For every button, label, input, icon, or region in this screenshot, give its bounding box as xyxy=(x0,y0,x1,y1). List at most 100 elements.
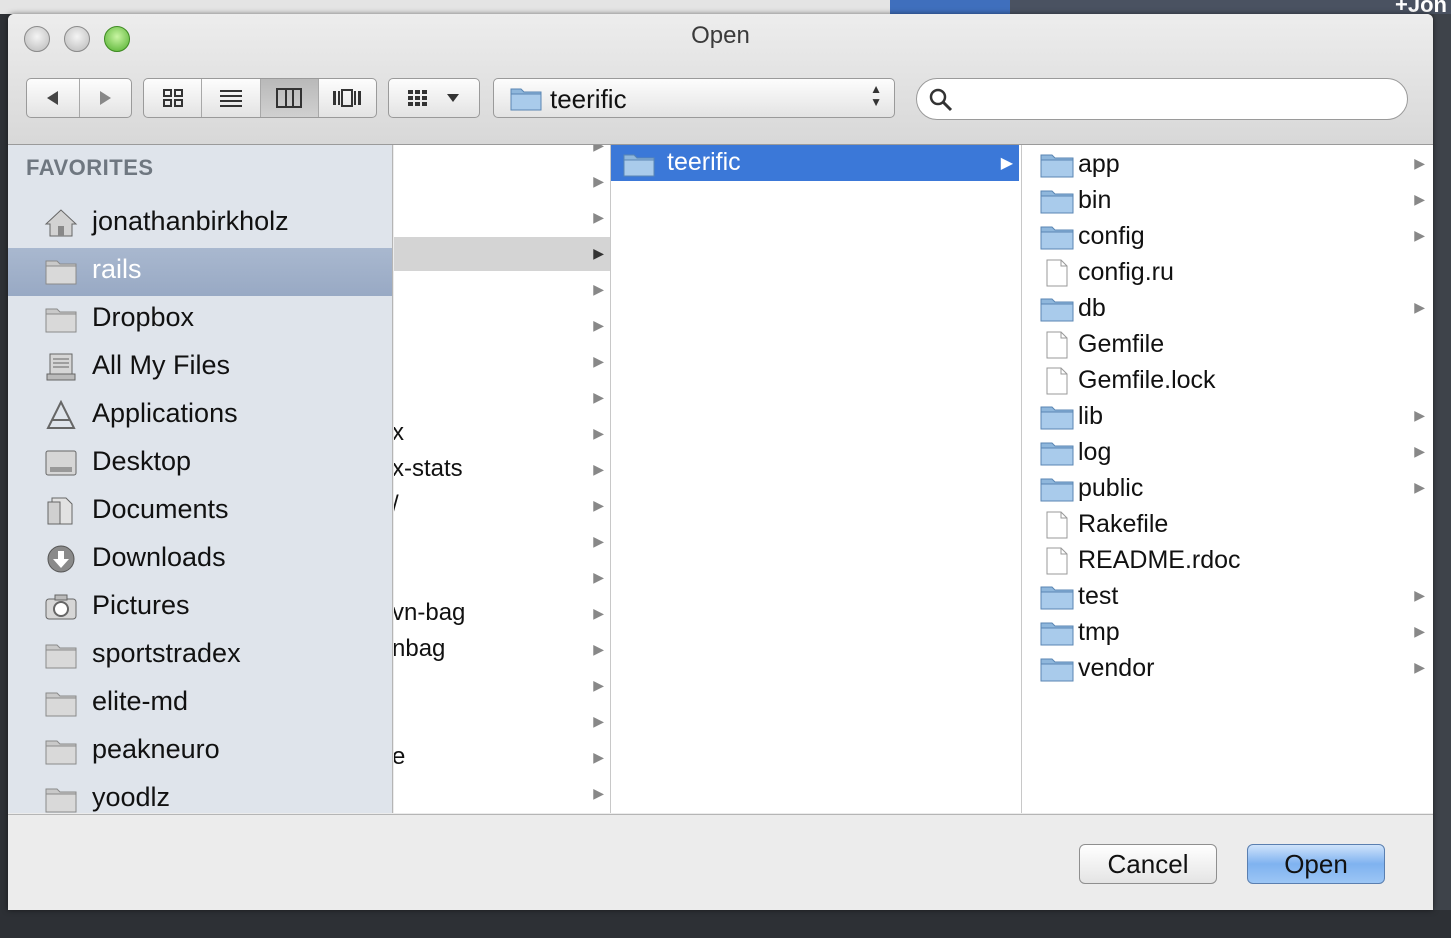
disclosure-arrow-icon: ▶ xyxy=(593,677,604,693)
row-label: x-stats xyxy=(394,455,463,482)
sidebar-item[interactable]: Dropbox xyxy=(8,296,392,344)
sidebar-item[interactable]: Desktop xyxy=(8,440,392,488)
sidebar-item[interactable]: peakneuro xyxy=(8,728,392,776)
sidebar-item-label: peakneuro xyxy=(92,734,220,764)
list-item[interactable]: ▶ xyxy=(394,669,610,703)
folder-icon xyxy=(1040,403,1074,431)
list-item[interactable]: Gemfile.lock xyxy=(1022,363,1433,399)
column-view-button[interactable] xyxy=(260,79,319,117)
sidebar-item[interactable]: Pictures xyxy=(8,584,392,632)
open-button[interactable]: Open xyxy=(1247,844,1385,884)
folder-icon xyxy=(1040,475,1074,503)
folder-icon xyxy=(44,736,78,766)
sidebar-item-label: Documents xyxy=(92,494,229,524)
list-item[interactable]: ▶ xyxy=(394,237,610,271)
list-view-button[interactable] xyxy=(202,79,261,117)
search-input[interactable] xyxy=(961,85,1395,115)
icon-view-button[interactable] xyxy=(144,79,203,117)
folder-icon xyxy=(1040,655,1074,683)
sidebar-item-label: Desktop xyxy=(92,446,192,476)
popup-arrows-icon: ▲ ▼ xyxy=(870,82,882,109)
list-item[interactable]: ▶ xyxy=(394,561,610,595)
favorites-heading: FAVORITES xyxy=(26,155,154,180)
list-item[interactable]: x▶ xyxy=(394,417,610,451)
sidebar-item[interactable]: Downloads xyxy=(8,536,392,584)
disclosure-arrow-icon: ▶ xyxy=(1414,191,1425,207)
sidebar-item[interactable]: rails xyxy=(8,248,392,296)
list-item[interactable]: ▶ xyxy=(394,273,610,307)
disclosure-arrow-icon: ▶ xyxy=(593,569,604,585)
list-item[interactable]: /▶ xyxy=(394,489,610,523)
disclosure-arrow-icon: ▶ xyxy=(1414,299,1425,315)
list-item[interactable]: log ▶ xyxy=(1022,435,1433,471)
folder-icon xyxy=(510,88,542,111)
sidebar-item[interactable]: elite-md xyxy=(8,680,392,728)
view-mode-selector xyxy=(143,78,377,118)
back-button[interactable] xyxy=(27,79,80,117)
list-item[interactable]: db ▶ xyxy=(1022,291,1433,327)
list-item[interactable]: Gemfile xyxy=(1022,327,1433,363)
list-item[interactable]: ▶ xyxy=(394,345,610,379)
list-item[interactable]: ▶ xyxy=(394,165,610,199)
icon-view-icon xyxy=(162,89,183,107)
sidebar-item[interactable]: Documents xyxy=(8,488,392,536)
list-item[interactable]: vendor ▶ xyxy=(1022,651,1433,687)
arrange-menu-button[interactable] xyxy=(388,78,480,118)
search-field[interactable] xyxy=(916,78,1408,120)
folder-icon xyxy=(1040,151,1074,179)
sidebar-item[interactable]: All My Files xyxy=(8,344,392,392)
disclosure-arrow-icon: ▶ xyxy=(1414,443,1425,459)
list-item[interactable]: ▶ xyxy=(394,525,610,559)
list-item[interactable]: ▶ xyxy=(394,201,610,235)
row-label: app xyxy=(1078,150,1120,178)
list-item[interactable]: bin ▶ xyxy=(1022,183,1433,219)
disclosure-arrow-icon: ▶ xyxy=(593,461,604,477)
sidebar-item-label: Applications xyxy=(92,398,238,428)
sidebar-item[interactable]: jonathanbirkholz xyxy=(8,200,392,248)
list-item[interactable]: ▶ xyxy=(394,777,610,811)
applications-icon xyxy=(44,399,78,430)
list-item[interactable]: vn-bag ▶ xyxy=(394,597,610,631)
list-item[interactable]: x-stats ▶ xyxy=(394,453,610,487)
disclosure-arrow-icon: ▶ xyxy=(593,245,604,261)
list-item[interactable]: config.ru xyxy=(1022,255,1433,291)
list-item[interactable]: app ▶ xyxy=(1022,147,1433,183)
documents-icon xyxy=(44,496,78,526)
coverflow-view-button[interactable] xyxy=(319,79,376,117)
sidebar-item[interactable]: sportstradex xyxy=(8,632,392,680)
list-item[interactable]: ▶ xyxy=(394,705,610,739)
list-item[interactable]: README.rdoc xyxy=(1022,543,1433,579)
list-item[interactable]: ▶ xyxy=(394,309,610,343)
disclosure-arrow-icon: ▶ xyxy=(1414,623,1425,639)
chevron-down-icon xyxy=(447,94,459,102)
list-item[interactable]: public ▶ xyxy=(1022,471,1433,507)
location-popup[interactable]: teerific ▲ ▼ xyxy=(493,78,895,118)
disclosure-arrow-icon: ▶ xyxy=(593,785,604,801)
folder-icon xyxy=(44,640,78,670)
disclosure-arrow-icon: ▶ xyxy=(593,749,604,765)
list-item[interactable]: e▶ xyxy=(394,741,610,775)
selected-folder-row[interactable]: teerific ▶ xyxy=(611,145,1019,181)
list-item[interactable]: config ▶ xyxy=(1022,219,1433,255)
camera-icon xyxy=(44,592,78,622)
forward-button[interactable] xyxy=(80,79,132,117)
folder-icon xyxy=(623,154,655,177)
file-icon xyxy=(1040,511,1074,539)
sidebar-item-label: sportstradex xyxy=(92,638,241,668)
list-item[interactable]: nbag ▶ xyxy=(394,633,610,667)
sidebar-item[interactable]: Applications xyxy=(8,392,392,440)
cancel-button[interactable]: Cancel xyxy=(1079,844,1217,884)
list-item[interactable]: ▶ xyxy=(394,145,610,163)
list-item[interactable]: test ▶ xyxy=(1022,579,1433,615)
row-label: test xyxy=(1078,582,1119,610)
row-label: Rakefile xyxy=(1078,510,1169,538)
file-icon xyxy=(1040,367,1074,395)
list-item[interactable]: tmp ▶ xyxy=(1022,615,1433,651)
file-icon xyxy=(1040,259,1074,287)
disclosure-arrow-icon: ▶ xyxy=(1414,155,1425,171)
list-item[interactable]: ▶ xyxy=(394,381,610,415)
list-item[interactable]: lib ▶ xyxy=(1022,399,1433,435)
disclosure-arrow-icon: ▶ xyxy=(1000,155,1013,172)
disclosure-arrow-icon: ▶ xyxy=(593,641,604,657)
list-item[interactable]: Rakefile xyxy=(1022,507,1433,543)
